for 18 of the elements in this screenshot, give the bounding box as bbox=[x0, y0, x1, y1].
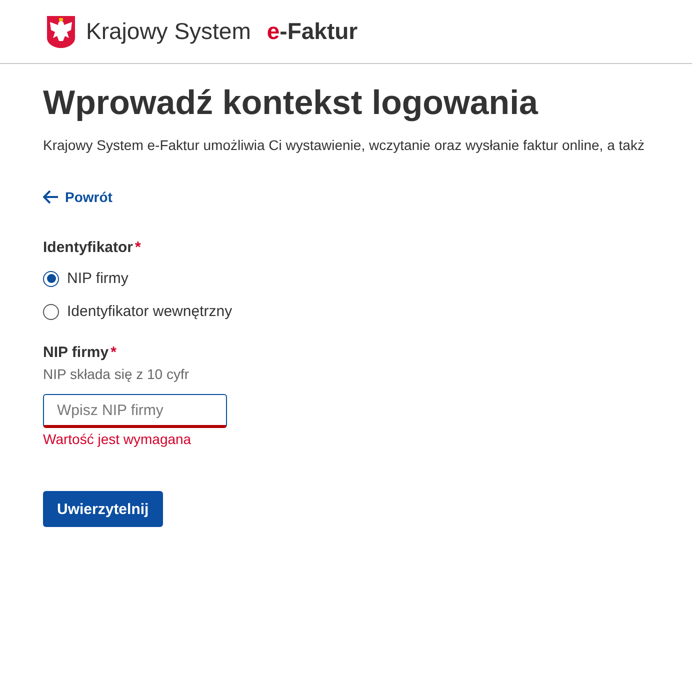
nip-hint: NIP składa się z 10 cyfr bbox=[43, 366, 190, 382]
identifier-label: Identyfikator* bbox=[43, 239, 141, 256]
radio-label[interactable]: Identyfikator wewnętrzny bbox=[67, 303, 232, 320]
logo-accent: e bbox=[266, 18, 280, 45]
nip-label: NIP firmy* bbox=[43, 344, 116, 361]
error-message: Wartość jest wymagana bbox=[43, 431, 192, 447]
arrow-left-icon bbox=[43, 190, 59, 204]
back-link[interactable]: Powrót bbox=[43, 189, 112, 205]
emblem-icon bbox=[46, 14, 76, 48]
logo-text: Krajowy System bbox=[86, 18, 251, 45]
nip-input-field[interactable]: Wpisz NIP firmy bbox=[43, 394, 227, 428]
authenticate-button[interactable]: Uwierzytelnij bbox=[43, 491, 163, 527]
radio-label[interactable]: NIP firmy bbox=[67, 270, 128, 287]
logo-suffix: -Faktur bbox=[280, 18, 358, 45]
page-title: Wprowadź kontekst logowania bbox=[43, 84, 538, 123]
radio-button[interactable] bbox=[43, 270, 59, 286]
radio-button[interactable] bbox=[43, 304, 59, 320]
page-description: Krajowy System e-Faktur umożliwia Ci wystawienie, wczytanie oraz wysłanie faktur online, a takż bbox=[43, 137, 644, 153]
